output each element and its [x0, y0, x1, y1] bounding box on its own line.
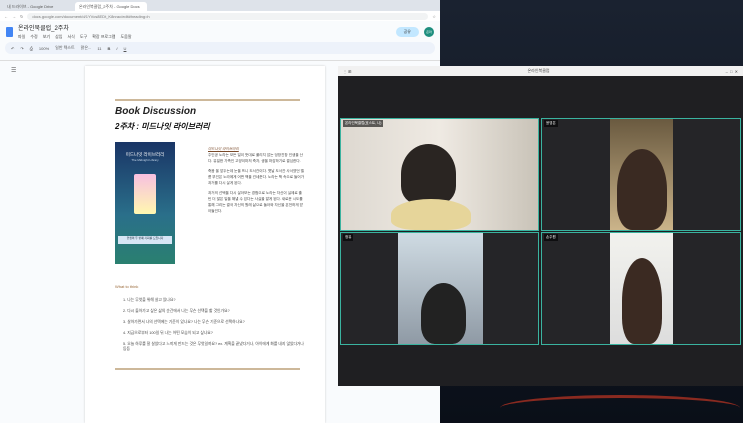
tab-docs[interactable]: 온라인북클럽_2주차 - Google Docs [75, 2, 147, 11]
cover-house [134, 174, 156, 214]
window-controls[interactable]: – □ ✕ [726, 69, 738, 74]
formatting-toolbar: ↶ ↷ ⎙ 100% 일반 텍스트 맑은... 11 BI U [5, 42, 435, 54]
video-tile[interactable]: 온라인북클럽(호스트, 나) [340, 118, 539, 231]
redo-icon[interactable]: ↷ [20, 46, 23, 51]
video-tile[interactable]: 손주원 [541, 232, 741, 345]
menu-tools[interactable]: 도구 [80, 34, 87, 40]
desc-paragraph: 주인공 노라는 모든 일이 뜻대로 풀리지 않는 엉망진창 인생을 산다. 유일… [208, 153, 303, 163]
forward-icon[interactable]: → [12, 14, 16, 19]
participant-name: 윤영은 [544, 120, 558, 127]
participant-video [401, 144, 456, 204]
menu-file[interactable]: 파일 [18, 34, 25, 40]
list-item: 4. 지금으로부터 100일 뒤 나는 어떤 모습이 되고 싶나요? [123, 331, 213, 335]
video-tile[interactable]: 정유 [340, 232, 539, 345]
underline-icon[interactable]: U [124, 46, 127, 51]
tab-drive[interactable]: 내 드라이브 - Google Drive [3, 2, 75, 11]
outline-icon[interactable]: ☰ [11, 67, 16, 74]
share-button[interactable]: 공유 [395, 26, 419, 37]
docs-logo-icon[interactable] [6, 26, 13, 37]
tab-label: 온라인북클럽_2주차 - Google Docs [79, 4, 140, 9]
tab-bar: 내 드라이브 - Google Drive 온라인북클럽_2주차 - Googl… [0, 0, 440, 11]
style-select[interactable]: 일반 텍스트 [55, 45, 75, 51]
heading: Book Discussion [115, 106, 197, 117]
reload-icon[interactable]: ↻ [20, 14, 23, 19]
font-size-input[interactable]: 11 [97, 46, 101, 51]
participant-video [622, 258, 662, 344]
bookmark-star-icon[interactable]: ☆ [432, 14, 436, 19]
book-cover-image: 미드나잇 라이브러리 The Midnight Library 인생의 두 번째… [115, 142, 175, 264]
font-select[interactable]: 맑은... [81, 45, 92, 51]
list-item: 3. 살아가면서 나의 선택에는 기준이 있나요? 나는 무슨 기준으로 선택하… [123, 320, 245, 324]
desc-paragraph: 과거의 선택을 다시 살아보는 경험으로 노라는 자신이 실제로 훌틴 더 많은… [208, 191, 303, 213]
back-icon[interactable]: ← [4, 14, 8, 19]
menu-edit[interactable]: 수정 [30, 34, 37, 40]
participant-name: 정유 [343, 234, 354, 241]
avatar[interactable]: 온라 [424, 26, 434, 37]
menu-icon[interactable]: ⋮ ⊞ [343, 69, 351, 74]
menu-help[interactable]: 도움말 [120, 34, 131, 40]
subheading: 2주차 : 미드나잇 라이브러리 [115, 122, 210, 131]
list-item: 2. 다시 돌아가고 싶은 삶의 순간에서 나는 무슨 선택을 할 것인가요? [123, 309, 230, 313]
participant-video [617, 149, 667, 230]
participant-name: 온라인북클럽(호스트, 나) [343, 120, 384, 127]
desc-paragraph: 죽음 을 앞두는데 눈을 뜨니 도서관이다. 옛날 도서관 사서였던 엘름 부인… [208, 169, 304, 185]
section-label: What to think [115, 284, 139, 289]
doc-title[interactable]: 온라인북클럽_2주차 [18, 23, 132, 32]
ruler [0, 54, 440, 61]
participant-body [391, 199, 471, 230]
question-list: 1. 나는 무엇을 위해 살고 있나요? 2. 다시 돌아가고 싶은 삶의 순간… [115, 298, 305, 358]
docs-header: 온라인북클럽_2주차 파일 수정 보기 삽입 서식 도구 확장 프로그램 도움말 공유 온라 [0, 21, 440, 42]
menu-format[interactable]: 서식 [68, 34, 75, 40]
print-icon[interactable]: ⎙ [30, 46, 33, 51]
video-call-window: ⋮ ⊞ 온라인북클럽 – □ ✕ 온라인북클럽(호스트, 나) 윤영은 정유 손… [338, 66, 743, 386]
menu-view[interactable]: 보기 [43, 34, 50, 40]
cover-subtitle: The Midnight Library [131, 158, 159, 162]
video-titlebar: ⋮ ⊞ 온라인북클럽 – □ ✕ [338, 66, 743, 76]
wallpaper-arc [500, 395, 740, 421]
video-tile[interactable]: 윤영은 [541, 118, 741, 231]
address-bar: ← → ↻ docs.google.com/document/d/1YVcs8EDt… [0, 11, 440, 21]
menu-insert[interactable]: 삽입 [55, 34, 62, 40]
video-window-title: 온라인북클럽 [527, 68, 550, 73]
participant-video [421, 283, 466, 344]
bold-icon[interactable]: B [108, 46, 111, 51]
undo-icon[interactable]: ↶ [11, 46, 14, 51]
menu-extensions[interactable]: 확장 프로그램 [92, 34, 115, 40]
participant-name: 손주원 [544, 234, 558, 241]
zoom-select[interactable]: 100% [39, 46, 49, 51]
divider [115, 99, 300, 101]
list-item: 5. 오늘 하루를 잘 살았다고 느끼게 만드는 것은 무엇일까요? ex. 계… [123, 342, 304, 351]
document-page[interactable]: Book Discussion 2주차 : 미드나잇 라이브러리 미드나잇 라이… [85, 66, 325, 423]
book-description: 미드나잇 라이브러리 주인공 노라는 모든 일이 뜻대로 풀리지 않는 엉망진창… [208, 146, 304, 218]
tab-label: 내 드라이브 - Google Drive [7, 4, 54, 9]
list-item: 1. 나는 무엇을 위해 살고 있나요? [123, 298, 176, 302]
menu-bar: 파일 수정 보기 삽입 서식 도구 확장 프로그램 도움말 [18, 34, 132, 40]
cover-band: 인생의 두 번째 기회를 드립니다 [118, 236, 172, 244]
divider [115, 368, 300, 370]
url-input[interactable]: docs.google.com/document/d/1YVcs8EDt_K8n… [27, 12, 429, 20]
italic-icon[interactable]: I [116, 46, 117, 51]
